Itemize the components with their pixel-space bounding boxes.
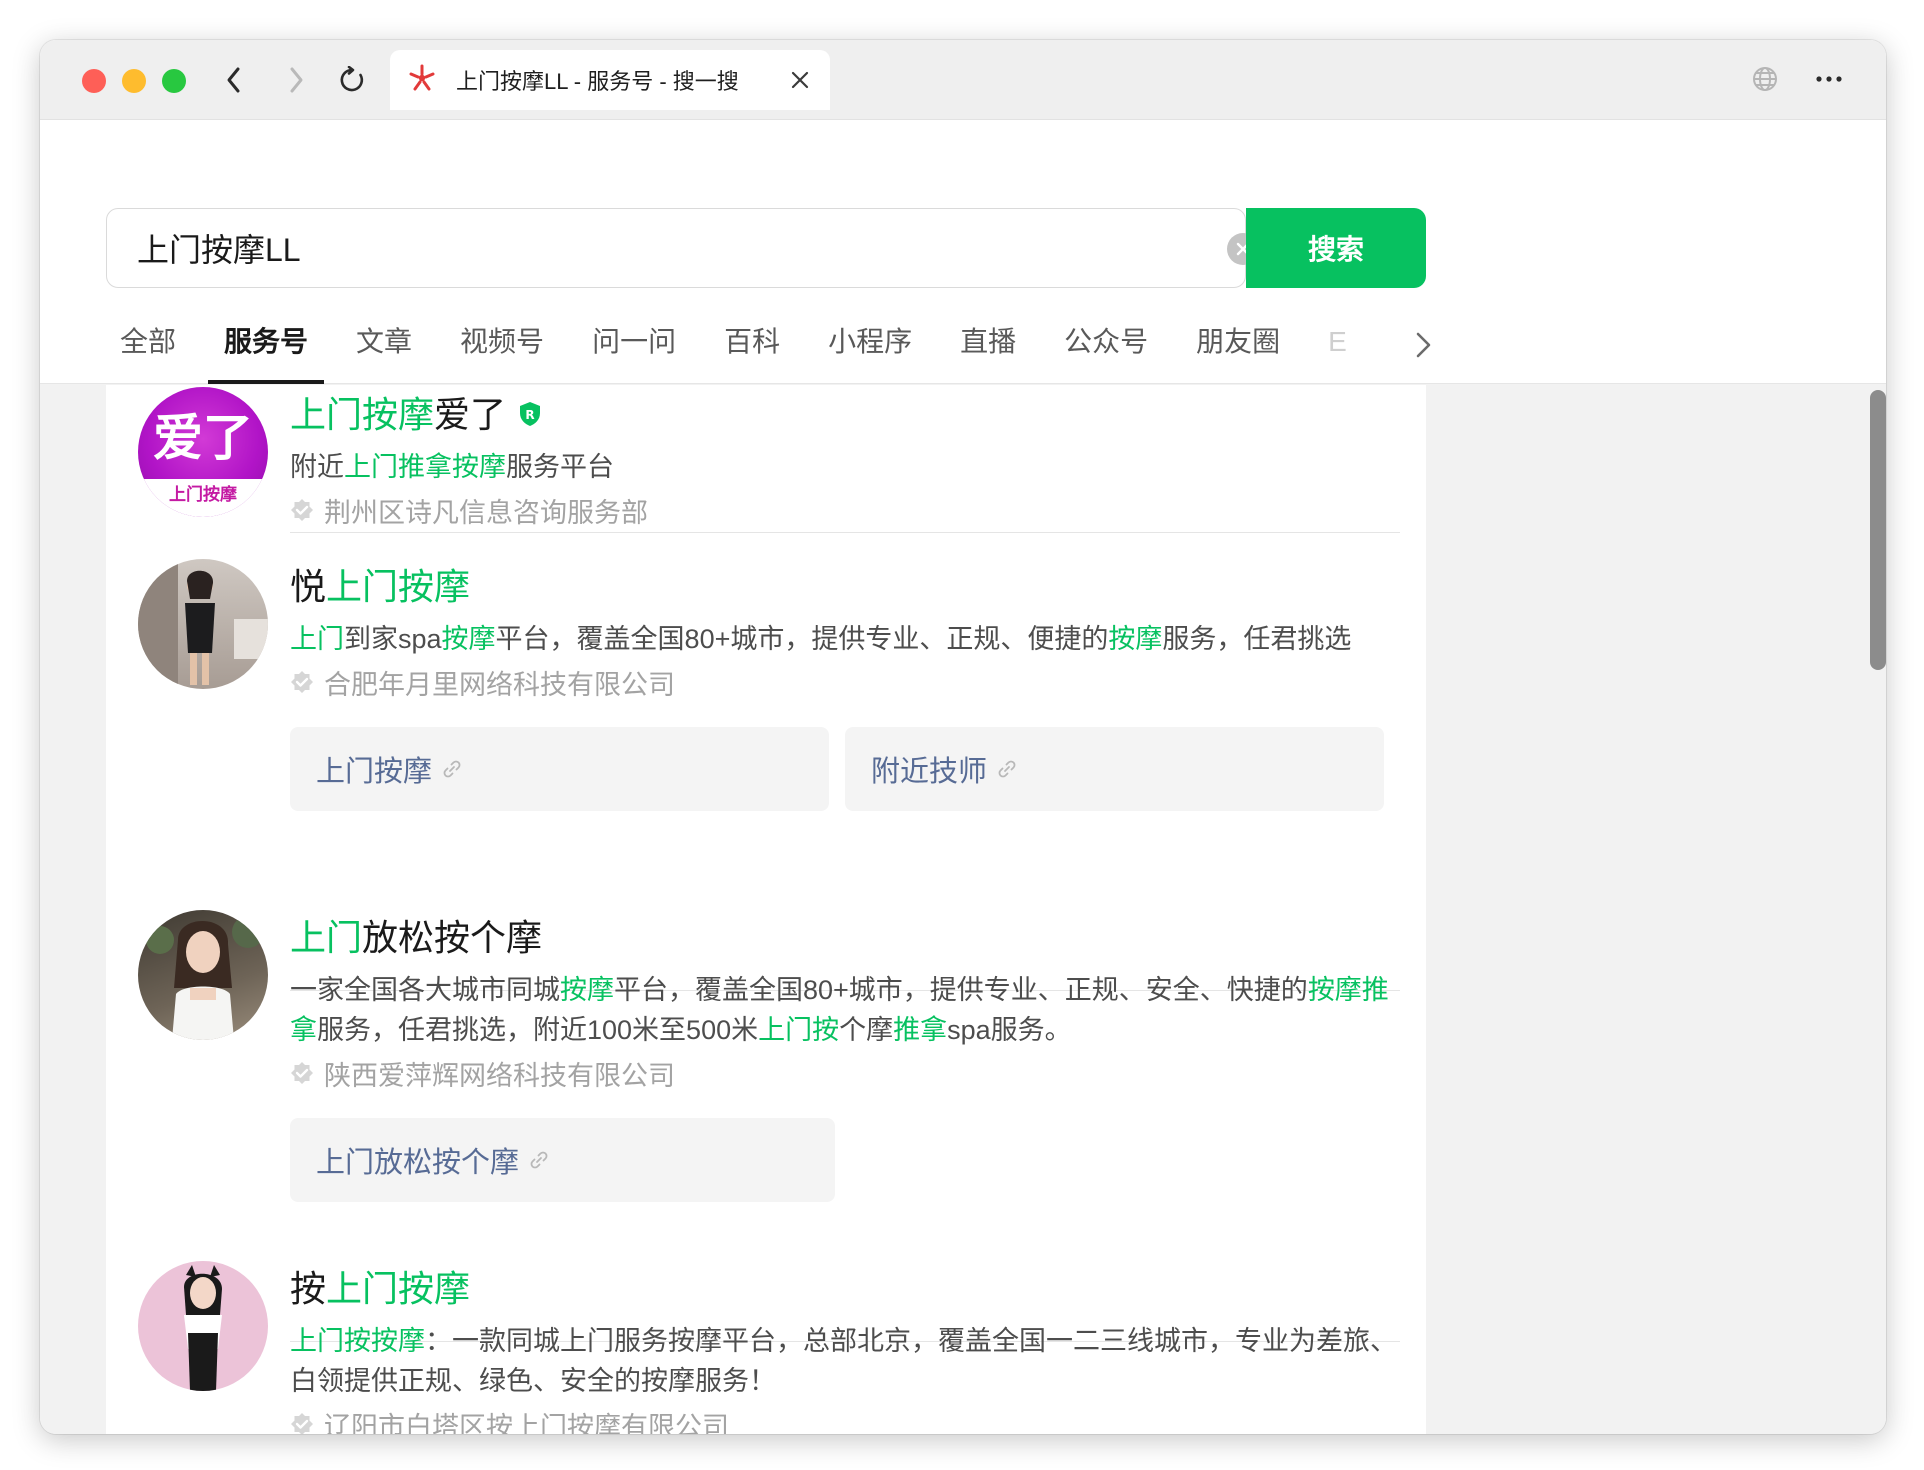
- scrollbar[interactable]: [1870, 390, 1886, 670]
- result-description: 附近上门推拿按摩服务平台: [290, 452, 614, 482]
- quick-link[interactable]: 上门放松按个摩: [290, 1118, 835, 1202]
- avatar: [138, 910, 268, 1040]
- registered-badge-icon: R: [518, 391, 542, 439]
- chevron-right-icon[interactable]: [1408, 330, 1438, 360]
- tab-mini-programs[interactable]: 小程序: [828, 320, 912, 384]
- tab-moments[interactable]: 朋友圈: [1196, 320, 1280, 384]
- quick-link[interactable]: 附近技师: [845, 727, 1384, 811]
- search-box: [106, 208, 1259, 288]
- result-company: 荆州区诗凡信息咨询服务部: [290, 493, 1400, 533]
- tab-channels[interactable]: 视频号: [460, 320, 544, 384]
- title-text: 放松按个摩: [362, 917, 543, 958]
- quick-links: 上门按摩 附近技师: [290, 727, 1400, 811]
- title-bar: 上门按摩LL - 服务号 - 搜一搜: [40, 40, 1886, 120]
- tab-ask[interactable]: 问一问: [592, 320, 676, 384]
- verified-icon: [290, 493, 314, 533]
- reload-icon[interactable]: [332, 60, 372, 100]
- verified-icon: [290, 1407, 314, 1434]
- search-header: 搜索 全部 服务号 文章 视频号 问一问 百科 小程序 直播 公众号 朋友圈 E: [40, 120, 1886, 384]
- category-tabs: 全部 服务号 文章 视频号 问一问 百科 小程序 直播 公众号 朋友圈 E: [120, 320, 1356, 384]
- result-company: 陕西爱萍辉网络科技有限公司: [290, 1056, 1400, 1096]
- tab-title: 上门按摩LL - 服务号 - 搜一搜: [456, 69, 739, 94]
- tab-wiki[interactable]: 百科: [724, 320, 780, 384]
- divider: [290, 532, 1400, 533]
- result-company: 辽阳市白塔区按上门按摩有限公司: [290, 1407, 1400, 1434]
- search-button[interactable]: 搜索: [1246, 208, 1426, 288]
- title-text: 爱了: [434, 394, 507, 435]
- result-title[interactable]: 上门 放松按个摩: [290, 914, 1400, 962]
- tab-service-account[interactable]: 服务号: [208, 320, 325, 384]
- sousou-logo-icon: [408, 64, 436, 97]
- results-list: 爱了 上门按摩 上门按摩 爱了 R 附近上门推拿按摩服务平台 荆州区诗凡信息咨询…: [106, 385, 1426, 1434]
- quick-link[interactable]: 上门按摩: [290, 727, 829, 811]
- tab-live[interactable]: 直播: [960, 320, 1016, 384]
- svg-text:R: R: [525, 408, 534, 422]
- result-body: 悦上门按摩 上门到家spa按摩平台，覆盖全国80+城市，提供专业、正规、便捷的按…: [290, 563, 1400, 811]
- tab-articles[interactable]: 文章: [356, 320, 412, 384]
- link-icon: [530, 1151, 548, 1169]
- close-window-button[interactable]: [82, 69, 106, 93]
- title-highlight: 上门按摩: [326, 566, 471, 607]
- browser-window: 上门按摩LL - 服务号 - 搜一搜 搜索 全部 服务号 文章: [40, 40, 1886, 1434]
- link-icon: [443, 760, 461, 778]
- result-body: 按上门按摩 上门按按摩：一款同城上门服务按摩平台，总部北京，覆盖全国一二三线城市…: [290, 1265, 1400, 1434]
- avatar: [138, 1261, 268, 1391]
- title-highlight: 上门按摩: [290, 394, 435, 435]
- tab-official-accounts[interactable]: 公众号: [1064, 320, 1148, 384]
- result-company: 合肥年月里网络科技有限公司: [290, 665, 1400, 705]
- verified-icon: [290, 1056, 314, 1096]
- verified-icon: [290, 665, 314, 705]
- minimize-window-button[interactable]: [122, 69, 146, 93]
- avatar: [138, 559, 268, 689]
- quick-links: 上门放松按个摩: [290, 1118, 1400, 1202]
- result-body: 上门 放松按个摩 一家全国各大城市同城按摩平台，覆盖全国80+城市，提供专业、正规…: [290, 914, 1400, 1202]
- browser-tab[interactable]: 上门按摩LL - 服务号 - 搜一搜: [390, 50, 830, 110]
- title-highlight: 上门: [290, 917, 363, 958]
- result-title[interactable]: 悦上门按摩: [290, 563, 1400, 611]
- more-icon[interactable]: [1814, 64, 1844, 99]
- result-description: 一家全国各大城市同城按摩平台，覆盖全国80+城市，提供专业、正规、安全、快捷的按…: [290, 975, 1389, 1045]
- zoom-window-button[interactable]: [162, 69, 186, 93]
- title-text: 按: [290, 1268, 327, 1309]
- avatar: 爱了 上门按摩: [138, 387, 268, 517]
- tab-all[interactable]: 全部: [120, 320, 176, 384]
- forward-icon[interactable]: [276, 60, 316, 100]
- close-tab-icon[interactable]: [788, 68, 812, 92]
- result-title[interactable]: 上门按摩 爱了 R: [290, 391, 1400, 439]
- title-highlight: 上门按摩: [326, 1268, 471, 1309]
- globe-icon[interactable]: [1750, 64, 1780, 99]
- search-input[interactable]: [107, 209, 1207, 287]
- back-icon[interactable]: [214, 60, 254, 100]
- result-body: 上门按摩 爱了 R 附近上门推拿按摩服务平台 荆州区诗凡信息咨询服务部: [290, 391, 1400, 533]
- result-description: 上门到家spa按摩平台，覆盖全国80+城市，提供专业、正规、便捷的按摩服务，任君…: [290, 624, 1352, 654]
- avatar-logo-text: 爱了: [153, 409, 253, 467]
- avatar-caption: 上门按摩: [169, 484, 237, 505]
- result-description: 上门按按摩：一款同城上门服务按摩平台，总部北京，覆盖全国一二三线城市，专业为差旅…: [290, 1326, 1397, 1396]
- result-title[interactable]: 按上门按摩: [290, 1265, 1400, 1313]
- tab-overflow[interactable]: E: [1328, 320, 1356, 384]
- page-content: 搜索 全部 服务号 文章 视频号 问一问 百科 小程序 直播 公众号 朋友圈 E: [40, 120, 1886, 1434]
- link-icon: [998, 760, 1016, 778]
- title-text: 悦: [290, 566, 327, 607]
